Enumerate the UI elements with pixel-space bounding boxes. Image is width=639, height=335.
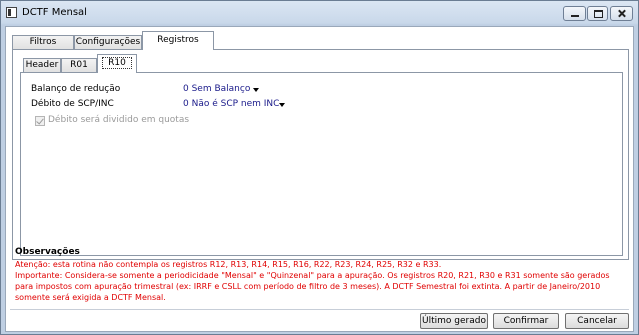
tab-configuracoes[interactable]: Configurações [74,35,142,49]
client-area: Filtros Configurações Registros Header R… [5,26,634,332]
tab-registros[interactable]: Registros [142,31,214,50]
tab-header[interactable]: Header [23,58,61,72]
tab-r10-label: R10 [102,57,132,69]
chevron-down-icon [279,103,285,107]
dctf-window: DCTF Mensal Filtros Configurações Regist… [0,0,639,335]
confirmar-button[interactable]: Confirmar [493,313,559,329]
quotas-checkbox[interactable] [35,116,45,126]
debito-label: Débito de SCP/INC [31,99,114,109]
observacoes-title: Observações [15,247,80,257]
observacao-line: Importante: Considera-se somente a perio… [15,271,610,280]
app-icon [6,7,17,18]
window-title: DCTF Mensal [22,7,87,18]
tab-filtros[interactable]: Filtros [12,35,74,49]
divider [10,309,629,310]
tab-r10[interactable]: R10 [97,54,137,73]
close-button[interactable] [610,6,633,21]
r10-panel: Balanço de redução 0 Sem Balanço Débito … [20,72,623,256]
ultimo-gerado-button[interactable]: Último gerado [420,313,488,329]
maximize-button[interactable] [587,6,608,21]
title-bar[interactable]: DCTF Mensal [1,1,638,25]
cancelar-button[interactable]: Cancelar [565,313,629,329]
balanco-label: Balanço de redução [31,84,121,94]
registros-panel: Header R01 R10 Balanço de redução 0 Sem … [12,49,629,260]
observacoes-section: Observações Atenção: esta rotina não con… [12,239,629,305]
observacao-line: somente será exigida a DCTF Mensal. [15,293,166,302]
quotas-label: Débito será dividido em quotas [48,115,190,125]
minimize-button[interactable] [563,6,586,21]
observacao-line: Atenção: esta rotina não contempla os re… [15,260,442,269]
debito-value: 0 Não é SCP nem INC [183,99,280,109]
balanco-select[interactable]: 0 Sem Balanço [180,83,262,96]
debito-select[interactable]: 0 Não é SCP nem INC [180,98,288,111]
chevron-down-icon [253,88,259,92]
balanco-value: 0 Sem Balanço [183,84,251,94]
observacao-line: para impostos com apuração trimestral (e… [15,282,601,291]
tab-r01[interactable]: R01 [61,58,97,72]
